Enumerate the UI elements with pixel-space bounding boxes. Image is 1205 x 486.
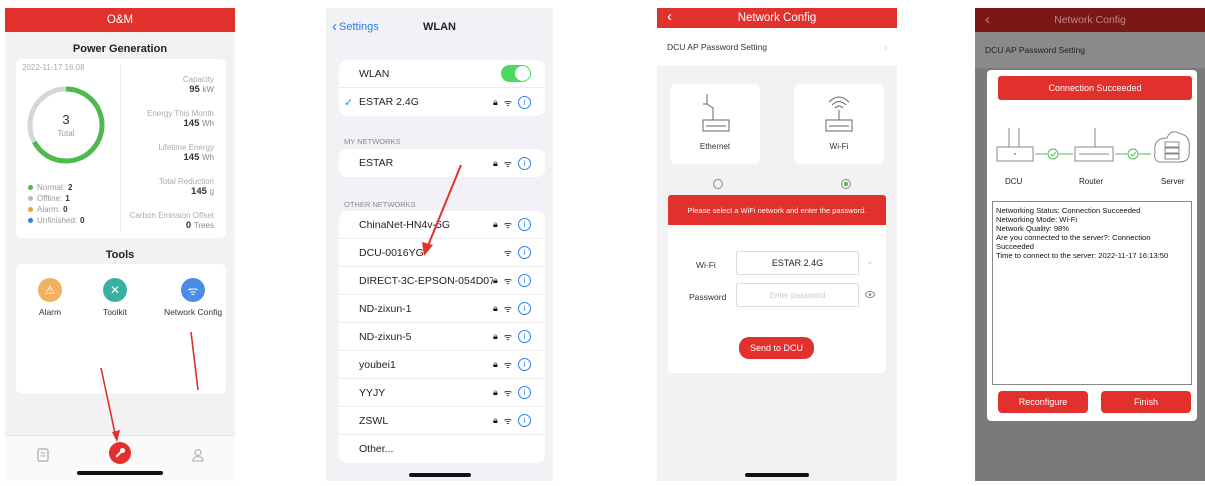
wifi-config-panel: Please select a WiFi network and enter t… — [668, 195, 886, 373]
wifi-select-value: ESTAR 2.4G — [771, 258, 824, 268]
password-input[interactable]: Enter password — [736, 283, 859, 307]
eye-icon[interactable] — [865, 291, 875, 298]
wifi-radio[interactable] — [841, 179, 851, 189]
send-to-dcu-button[interactable]: Send to DCU — [739, 337, 814, 359]
cloud-server-icon — [1154, 131, 1190, 163]
wifi-select[interactable]: ESTAR 2.4G — [736, 251, 859, 275]
wlan-settings-screen: ‹ Settings WLAN WLAN ✓ ESTAR 2.4G 🔒︎ ᯤ i M… — [326, 8, 553, 481]
annotation-arrows — [100, 331, 199, 442]
header-title: Network Config — [737, 12, 817, 24]
network-config-screen: ‹ Network Config DCU AP Password Setting… — [657, 8, 897, 481]
reconfigure-button[interactable]: Reconfigure — [998, 391, 1088, 413]
network-config-header: ‹ Network Config — [657, 8, 897, 28]
server-node-label: Server — [1161, 177, 1185, 186]
back-icon[interactable]: ‹ — [667, 8, 672, 25]
dimmed-header: ‹ Network Config — [975, 8, 1205, 32]
chevron-right-icon: › — [884, 42, 887, 52]
header-title: Network Config — [1054, 14, 1126, 26]
wifi-field-label: Wi-Fi — [696, 260, 716, 270]
ethernet-option[interactable]: Ethernet — [670, 84, 760, 164]
wifi-router-icon — [825, 96, 853, 132]
connection-result-dialog: Connection Succeeded DCU Router Server N… — [987, 70, 1197, 421]
password-setting-label: DCU AP Password Setting — [667, 42, 767, 52]
log-line: Networking Status: Connection Succeeded — [996, 206, 1141, 215]
log-line: Time to connect to the server: 2022-11-1… — [996, 251, 1169, 260]
network-topology-diagram — [996, 128, 1190, 163]
finish-button[interactable]: Finish — [1101, 391, 1191, 413]
om-screen: O&M Power Generation 2022-11-17 16:08 3 … — [5, 8, 235, 481]
chevron-down-icon[interactable]: ⌄ — [866, 256, 874, 267]
log-line: Network Quality: 98% — [996, 224, 1070, 233]
link-ok-icon — [1127, 148, 1139, 160]
back-icon: ‹ — [985, 11, 990, 28]
home-indicator — [745, 473, 809, 477]
router-icon — [1074, 128, 1114, 162]
annotation-arrow — [422, 164, 462, 256]
log-line: Are you connected to the server?: Connec… — [996, 233, 1151, 251]
dcu-ap-password-setting[interactable]: DCU AP Password Setting › — [657, 28, 897, 66]
connection-log: Networking Status: Connection Succeeded N… — [992, 201, 1192, 385]
ethernet-router-icon — [702, 94, 730, 132]
dcu-node-label: DCU — [1005, 177, 1023, 186]
wifi-label: Wi-Fi — [829, 142, 849, 151]
link-ok-icon — [1047, 148, 1059, 160]
log-line: Networking Mode: Wi-Fi — [996, 215, 1078, 224]
instruction-banner: Please select a WiFi network and enter t… — [668, 195, 886, 225]
dcu-device-icon — [996, 128, 1034, 162]
ethernet-radio[interactable] — [713, 179, 723, 189]
ethernet-label: Ethernet — [699, 142, 731, 151]
home-indicator — [408, 473, 471, 477]
connection-succeeded-banner: Connection Succeeded — [998, 76, 1192, 100]
router-node-label: Router — [1079, 177, 1104, 186]
network-config-result-screen: ‹ Network Config DCU AP Password Setting… — [975, 8, 1205, 481]
dimmed-password-setting: DCU AP Password Setting — [975, 32, 1205, 68]
wifi-option[interactable]: Wi-Fi — [794, 84, 884, 164]
password-field-label: Password — [689, 292, 727, 302]
